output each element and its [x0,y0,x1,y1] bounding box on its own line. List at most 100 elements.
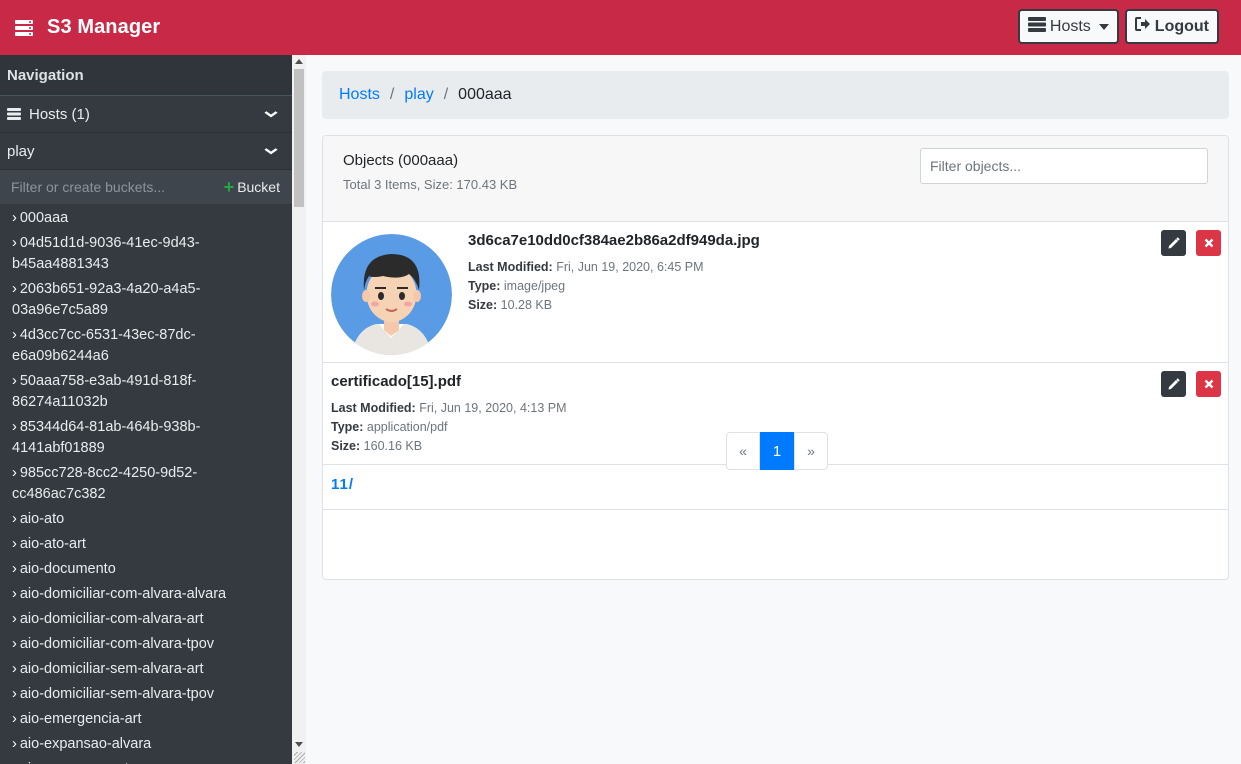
bucket-item[interactable]: › 50aaa758-e3ab-491d-818f- 86274a11032b [0,369,292,415]
folder-link[interactable]: 11/ [331,476,354,493]
objects-filter-input[interactable] [920,148,1208,184]
bucket-name: aio-expansao-alvara [19,736,152,752]
bucket-item[interactable]: › aio-documento [0,557,292,582]
pencil-icon [1167,377,1180,391]
hosts-dropdown-button[interactable]: Hosts [1017,9,1119,44]
plus-icon: + [223,177,235,197]
chevron-right-icon: › [12,210,17,226]
edit-object-button[interactable] [1161,371,1186,397]
breadcrumb-hosts-link[interactable]: Hosts [339,86,380,104]
bucket-name: 2063b651-92a3-4a20-a4a5- 03a96e7c5a89 [12,281,201,318]
chevron-right-icon: › [12,686,17,702]
bucket-item[interactable]: › aio-expansao-alvara [0,732,292,757]
type-label: Type: [331,420,364,434]
objects-summary: Total 3 Items, Size: 170.43 KB [343,177,518,192]
breadcrumb-separator: / [389,86,395,103]
chevron-right-icon: › [12,419,17,435]
sidebar: Navigation Hosts (1) play + Bucket ›000a… [0,55,292,764]
breadcrumb: Hosts / play / 000aaa [322,71,1229,119]
bucket-name: 85344d64-81ab-464b-938b- 4141abf01889 [12,419,201,456]
host-name-label: play [7,142,35,160]
objects-card-header: Objects (000aaa) Total 3 Items, Size: 17… [323,136,1228,222]
server-icon [15,19,33,36]
delete-object-button[interactable] [1196,371,1221,397]
hosts-button-label: Hosts [1049,17,1091,35]
sidebar-scrollbar[interactable] [292,55,306,764]
caret-down-icon [1098,23,1109,30]
pagination-prev[interactable]: « [726,432,760,470]
resize-grip[interactable] [294,752,305,763]
chevron-right-icon: › [12,373,17,389]
type-label: Type: [468,279,501,293]
bucket-name: 4d3cc7cc-6531-43ec-87dc- e6a09b6244a6 [12,327,196,364]
hosts-count-label: Hosts (1) [29,105,90,123]
object-last-modified: Fri, Jun 19, 2020, 4:13 PM [419,401,567,415]
bucket-name: aio-documento [19,561,116,577]
bucket-item[interactable]: › 985cc728-8cc2-4250-9d52- cc486ac7c382 [0,461,292,507]
object-thumbnail[interactable] [331,234,452,355]
bucket-item[interactable]: ›aio-expansao-art [0,757,292,764]
objects-card: Objects (000aaa) Total 3 Items, Size: 17… [322,135,1229,580]
bucket-item[interactable]: › aio-ato-art [0,532,292,557]
size-label: Size: [331,439,361,453]
object-name[interactable]: 3d6ca7e10dd0cf384ae2b86a2df949da.jpg [468,232,760,249]
scroll-up-arrow-icon[interactable] [295,59,303,64]
bucket-item[interactable]: › aio-domiciliar-com-alvara-alvara [0,582,292,607]
bucket-name: aio-domiciliar-com-alvara-art [19,611,204,627]
close-icon [1204,238,1214,248]
bucket-item[interactable]: › 85344d64-81ab-464b-938b- 4141abf01889 [0,415,292,461]
pencil-icon [1167,236,1180,250]
top-navbar: S3 Manager Hosts Logout [0,0,1241,55]
bucket-name: aio-ato [19,511,65,527]
scroll-down-arrow-icon[interactable] [295,742,303,747]
chevron-down-icon [264,107,278,121]
bucket-item[interactable]: › aio-domiciliar-com-alvara-tpov [0,632,292,657]
sidebar-hosts-toggle[interactable]: Hosts (1) [0,96,292,133]
pagination-next[interactable]: » [794,432,828,470]
object-type: image/jpeg [503,279,566,293]
chevron-right-icon: › [12,636,17,652]
bucket-name: aio-emergencia-art [19,711,142,727]
logout-button[interactable]: Logout [1124,9,1219,44]
app-title: S3 Manager [47,16,161,38]
chevron-right-icon: › [12,511,17,527]
logout-label: Logout [1154,17,1209,35]
bucket-item[interactable]: › aio-ato [0,507,292,532]
bucket-item[interactable]: › aio-emergencia-art [0,707,292,732]
object-size: 160.16 KB [363,439,423,453]
bucket-item[interactable]: › aio-domiciliar-sem-alvara-tpov [0,682,292,707]
chevron-right-icon: › [12,327,17,343]
chevron-right-icon: › [12,465,17,481]
bucket-item[interactable]: › aio-domiciliar-com-alvara-art [0,607,292,632]
chevron-right-icon: › [12,611,17,627]
object-type: application/pdf [366,420,448,434]
bucket-item[interactable]: › 04d51d1d-9036-41ec-9d43- b45aa4881343 [0,231,292,277]
bucket-item[interactable]: › aio-domiciliar-sem-alvara-art [0,657,292,682]
brand[interactable]: S3 Manager [15,16,160,39]
bucket-name: 985cc728-8cc2-4250-9d52- cc486ac7c382 [12,465,198,502]
bucket-item[interactable]: › 2063b651-92a3-4a20-a4a5- 03a96e7c5a89 [0,277,292,323]
edit-object-button[interactable] [1161,230,1186,256]
create-bucket-button[interactable]: + Bucket [223,177,280,197]
bucket-item[interactable]: › 000aaa [0,206,292,231]
scroll-thumb[interactable] [294,69,304,207]
chevron-right-icon: › [12,586,17,602]
sidebar-host-play[interactable]: play [0,133,292,170]
bucket-name: aio-domiciliar-com-alvara-tpov [19,636,215,652]
delete-object-button[interactable] [1196,230,1221,256]
object-name[interactable]: certificado[15].pdf [331,373,567,390]
chevron-right-icon: › [12,235,17,251]
object-row: 3d6ca7e10dd0cf384ae2b86a2df949da.jpg Las… [323,222,1228,363]
objects-title: Objects (000aaa) [343,152,459,169]
pagination-page[interactable]: 1 [760,432,794,470]
bucket-name: aio-domiciliar-sem-alvara-tpov [19,686,215,702]
close-icon [1204,379,1214,389]
bucket-name: aio-ato-art [19,536,86,552]
bucket-filter-input[interactable] [11,179,211,195]
bucket-item[interactable]: › 4d3cc7cc-6531-43ec-87dc- e6a09b6244a6 [0,323,292,369]
chevron-right-icon: › [12,661,17,677]
breadcrumb-host-link[interactable]: play [404,86,433,104]
chevron-right-icon: › [12,711,17,727]
chevron-right-icon: › [12,561,17,577]
chevron-down-icon [264,144,278,158]
